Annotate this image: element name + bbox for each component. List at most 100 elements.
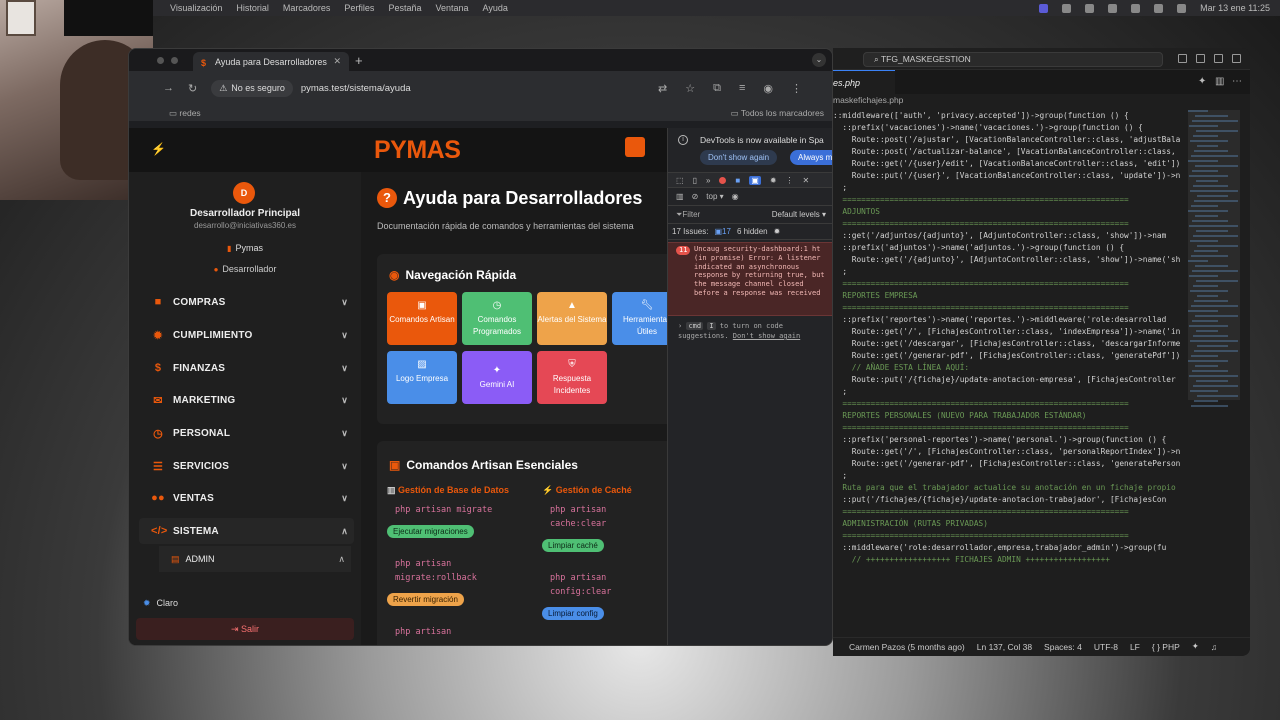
sidebar-item-finanzas[interactable]: $ FINANZAS ∨	[139, 355, 354, 381]
code-line[interactable]: ========================================…	[833, 218, 1183, 230]
settings-icon[interactable]: ✹	[774, 227, 781, 236]
quick-nav-artisan[interactable]: ▣ Comandos Artisan	[387, 292, 457, 345]
console-error[interactable]: 11 Uncaug security-dashboard:1 ht (in pr…	[668, 242, 832, 316]
status-icon[interactable]	[1085, 3, 1095, 13]
code-line[interactable]: ========================================…	[833, 278, 1183, 290]
code-line[interactable]: Route::put('/{user}', [VacationBalanceCo…	[833, 170, 1183, 182]
menu-item[interactable]: Ventana	[435, 3, 468, 13]
layout-icon[interactable]	[1232, 54, 1241, 63]
new-tab-icon[interactable]: +	[355, 53, 363, 68]
code-line[interactable]: Route::post('/actualizar-balance', [Vaca…	[833, 146, 1183, 158]
close-icon[interactable]: ✕	[333, 56, 341, 67]
menu-item[interactable]: Marcadores	[283, 3, 331, 13]
menu-item[interactable]: Ayuda	[483, 3, 508, 13]
always-button[interactable]: Always ma	[790, 150, 832, 165]
code-line[interactable]: ========================================…	[833, 506, 1183, 518]
extensions-icon[interactable]: ⧉	[713, 82, 721, 95]
sidebar-item-compras[interactable]: ■ COMPRAS ∨	[139, 289, 354, 315]
git-blame[interactable]: Carmen Pazos (5 months ago)	[849, 642, 965, 652]
avatar[interactable]: D	[233, 182, 255, 204]
language-mode[interactable]: { } PHP	[1152, 642, 1180, 652]
all-bookmarks[interactable]: ▭ Todos los marcadores	[731, 108, 824, 119]
theme-toggle[interactable]: ✹ Claro	[143, 598, 178, 609]
code-line[interactable]: ::middleware(['auth', 'privacy.accepted'…	[833, 110, 1183, 122]
code-line[interactable]: // ++++++++++++++++++ FICHAJES ADMIN +++…	[833, 554, 1183, 566]
code-line[interactable]: Route::get('/generar-pdf', [FichajesCont…	[833, 350, 1183, 362]
clock-text[interactable]: Mar 13 ene 11:25	[1200, 3, 1270, 13]
code-line[interactable]: ::put('/fichajes/{fichaje}/update-anotac…	[833, 494, 1183, 506]
menu-icon[interactable]: ⋮	[791, 82, 802, 95]
sidebar-item-servicios[interactable]: ☰ SERVICIOS ∨	[139, 453, 354, 479]
quick-nav-scheduled[interactable]: ◷ Comandos Programados	[462, 292, 532, 345]
code-line[interactable]: ;	[833, 470, 1183, 482]
profile-icon[interactable]: ◉	[763, 82, 773, 95]
sidebar-item-sistema[interactable]: </> SISTEMA ∧	[139, 518, 354, 544]
code-line[interactable]: ========================================…	[833, 422, 1183, 434]
code-line[interactable]: Route::post('/ajustar', [VacationBalance…	[833, 134, 1183, 146]
code-line[interactable]: ;	[833, 386, 1183, 398]
code-line[interactable]: ::prefix('reportes')->name('reportes.')-…	[833, 314, 1183, 326]
settings-icon[interactable]: ✹	[770, 176, 777, 185]
media-icon[interactable]: ≡	[739, 82, 745, 95]
bell-icon[interactable]: ♫	[1211, 642, 1217, 652]
sidebar-icon[interactable]: ▥	[676, 192, 684, 201]
browser-tab[interactable]: $ Ayuda para Desarrolladores ✕	[193, 52, 349, 71]
breadcrumb[interactable]: maskefichajes.php	[833, 95, 1250, 109]
bluetooth-icon[interactable]	[1131, 3, 1141, 13]
menu-item[interactable]: Historial	[236, 3, 269, 13]
sparkle-icon[interactable]: ✦	[1198, 76, 1206, 87]
line-ending[interactable]: LF	[1130, 642, 1140, 652]
more-tabs-icon[interactable]: »	[706, 176, 710, 185]
code-line[interactable]: ADMINISTRACIÓN (RUTAS PRIVADAS)	[833, 518, 1183, 530]
security-chip[interactable]: ⚠ No es seguro	[211, 79, 293, 97]
issues-icon[interactable]: ■	[735, 176, 740, 185]
forward-icon[interactable]: →	[163, 82, 174, 94]
issues-count[interactable]: ▣17	[714, 227, 730, 236]
eye-icon[interactable]: ◉	[732, 192, 739, 201]
indentation[interactable]: Spaces: 4	[1044, 642, 1082, 652]
window-button[interactable]	[157, 57, 164, 64]
quick-nav-alerts[interactable]: ▲ Alertas del Sistema	[537, 292, 607, 345]
sidebar-item-personal[interactable]: ◷ PERSONAL ∨	[139, 420, 354, 446]
dont-show-button[interactable]: Don't show again	[700, 150, 778, 165]
logout-button[interactable]: ⇥ Salir	[136, 618, 354, 640]
sparkle-icon[interactable]: ✦	[1192, 641, 1199, 652]
code-line[interactable]: ========================================…	[833, 530, 1183, 542]
code-line[interactable]: Route::get('/', [FichajesController::cla…	[833, 326, 1183, 338]
code-line[interactable]: ;	[833, 266, 1183, 278]
console-filter[interactable]: ⏷ Filter Default levels ▾	[668, 206, 832, 224]
code-line[interactable]: Route::get('/descargar', [FichajesContro…	[833, 338, 1183, 350]
sidebar-item-cumplimiento[interactable]: ✹ CUMPLIMIENTO ∨	[139, 322, 354, 348]
code-line[interactable]: Ruta para que el trabajador actualice su…	[833, 482, 1183, 494]
more-icon[interactable]: ⋯	[1232, 76, 1242, 87]
menu-item[interactable]: Pestaña	[388, 3, 421, 13]
search-icon[interactable]	[1177, 3, 1187, 13]
notification-icon[interactable]	[625, 137, 645, 157]
close-icon[interactable]: ✕	[803, 176, 810, 185]
layout-icon[interactable]	[1214, 54, 1223, 63]
code-line[interactable]: ::get('/adjuntos/{adjunto}', [AdjuntoCon…	[833, 230, 1183, 242]
layout-icon[interactable]	[1178, 54, 1187, 63]
code-line[interactable]: ::prefix('vacaciones')->name('vacaciones…	[833, 122, 1183, 134]
sidebar-item-ventas[interactable]: ●● VENTAS ∨	[139, 485, 354, 511]
wifi-icon[interactable]	[1154, 3, 1164, 13]
quick-nav-incidents[interactable]: ⛨ Respuesta Incidentes	[537, 351, 607, 404]
code-line[interactable]: REPORTES PERSONALES (NUEVO PARA TRABAJAD…	[833, 410, 1183, 422]
quick-nav-logo[interactable]: ▨ Logo Empresa	[387, 351, 457, 404]
bookmark-folder[interactable]: ▭ redes	[169, 108, 201, 119]
status-icon[interactable]	[1062, 3, 1072, 13]
code-line[interactable]: ADJUNTOS	[833, 206, 1183, 218]
error-icon[interactable]	[719, 176, 727, 184]
star-icon[interactable]: ☆	[685, 82, 695, 95]
code-line[interactable]: ;	[833, 182, 1183, 194]
sidebar-item-marketing[interactable]: ✉ MARKETING ∨	[139, 387, 354, 413]
console-icon[interactable]: ▣	[749, 175, 761, 185]
cursor-position[interactable]: Ln 137, Col 38	[977, 642, 1032, 652]
code-line[interactable]: ========================================…	[833, 194, 1183, 206]
split-editor-icon[interactable]: ▥	[1215, 76, 1224, 87]
status-icon[interactable]	[1108, 3, 1118, 13]
menu-toggle-icon[interactable]: ⚡	[151, 142, 166, 156]
code-line[interactable]: Route::get('/{adjunto}', [AdjuntoControl…	[833, 254, 1183, 266]
menu-item[interactable]: Visualización	[170, 3, 222, 13]
code-line[interactable]: ::prefix('personal-reportes')->name('per…	[833, 434, 1183, 446]
